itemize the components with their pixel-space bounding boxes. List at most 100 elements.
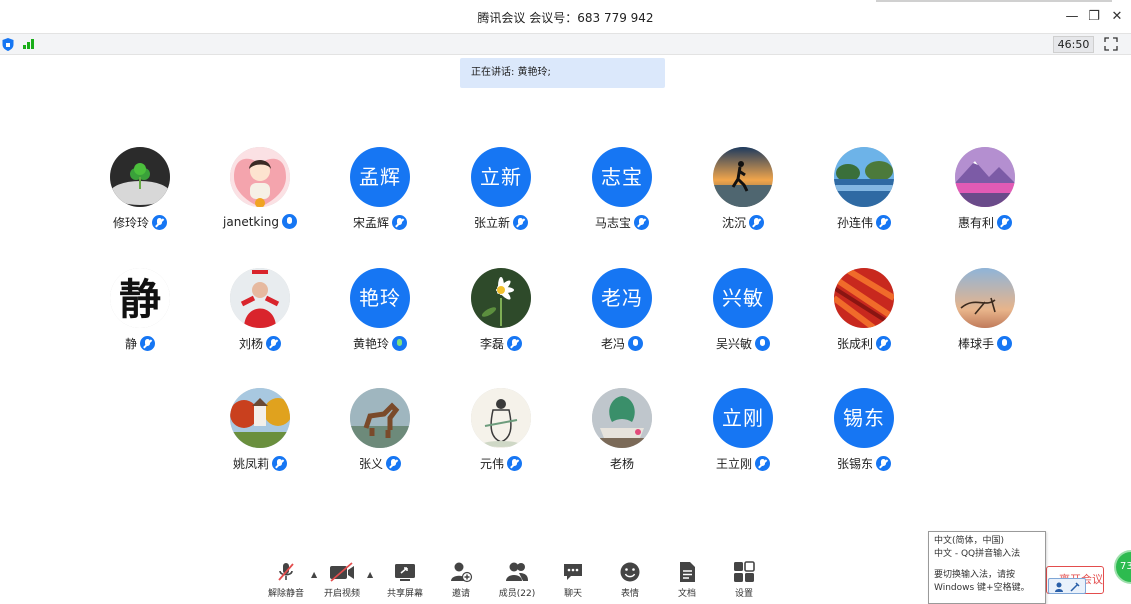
ime-line: 要切换输入法，请按 <box>934 570 1016 580</box>
microphone-muted-icon <box>140 336 155 351</box>
members-icon <box>506 562 528 581</box>
start-video-button[interactable]: 开启视频 <box>316 556 368 602</box>
participant-tile[interactable]: 李磊 <box>441 268 561 364</box>
microphone-muted-icon <box>755 456 770 471</box>
avatar: 艳玲 <box>350 268 410 328</box>
participant-name: 姚凤莉 <box>232 457 269 471</box>
avatar: 老冯 <box>592 268 652 328</box>
chat-button[interactable]: 聊天 <box>547 556 599 602</box>
ime-toolbar-icon[interactable] <box>1048 578 1086 594</box>
participant-name-row: 沈沉 <box>683 214 803 231</box>
docs-button[interactable]: 文档 <box>661 556 713 602</box>
participant-name-row: 棒球手 <box>925 335 1045 352</box>
participant-name-row: 吴兴敏 <box>683 335 803 352</box>
video-options-caret[interactable]: ▲ <box>367 570 373 579</box>
participant-name-row: 姚凤莉 <box>200 455 320 472</box>
participant-name-row: 元伟 <box>441 455 561 472</box>
share-screen-button[interactable]: 共享屏幕 <box>379 556 431 602</box>
participant-tile[interactable]: 锡东 张锡东 <box>804 388 924 484</box>
participant-tile[interactable]: 志宝 马志宝 <box>562 147 682 243</box>
microphone-icon <box>392 336 407 351</box>
avatar: 立刚 <box>713 388 773 448</box>
microphone-icon <box>628 336 643 351</box>
participant-tile[interactable]: janetking <box>200 147 320 243</box>
microphone-muted-icon <box>513 215 528 230</box>
ime-line: Windows 键+空格键。 <box>934 583 1030 593</box>
avatar <box>350 388 410 448</box>
participant-name: 静 <box>124 337 137 351</box>
participant-name: 黄艳玲 <box>352 337 389 351</box>
participant-tile[interactable]: 老冯 老冯 <box>562 268 682 364</box>
members-button[interactable]: 成员(22) <box>491 556 543 602</box>
participant-tile[interactable]: 孙连伟 <box>804 147 924 243</box>
participant-name-row: janetking <box>200 214 320 229</box>
participant-tile[interactable]: 兴敏 吴兴敏 <box>683 268 803 364</box>
unmute-button[interactable]: 解除静音 <box>260 556 312 602</box>
share-screen-icon <box>395 564 415 581</box>
participant-tile[interactable]: 艳玲 黄艳玲 <box>320 268 440 364</box>
avatar <box>955 147 1015 207</box>
microphone-muted-icon <box>876 456 891 471</box>
camera-off-icon <box>330 562 354 582</box>
participant-tile[interactable]: 刘杨 <box>200 268 320 364</box>
participant-name-row: 老杨 <box>562 455 682 472</box>
participant-name: 张锡东 <box>836 457 873 471</box>
microphone-muted-icon <box>266 336 281 351</box>
microphone-icon <box>281 214 297 229</box>
participant-name: 惠有利 <box>957 216 994 230</box>
grid-settings-icon <box>734 561 755 582</box>
avatar <box>471 268 531 328</box>
invite-user-icon <box>451 562 473 583</box>
svg-text:静: 静 <box>119 275 161 324</box>
avatar: 兴敏 <box>713 268 773 328</box>
avatar <box>955 268 1015 328</box>
docs-label: 文档 <box>677 589 696 599</box>
participant-name: 老冯 <box>600 337 625 351</box>
participant-name: 刘杨 <box>238 337 263 351</box>
avatar <box>834 147 894 207</box>
participant-tile[interactable]: 姚凤莉 <box>200 388 320 484</box>
participant-tile[interactable]: 沈沉 <box>683 147 803 243</box>
share-screen-label: 共享屏幕 <box>386 589 423 599</box>
microphone-muted-icon <box>749 215 764 230</box>
settings-button[interactable]: 设置 <box>718 556 770 602</box>
participant-name: 吴兴敏 <box>715 337 752 351</box>
microphone-muted-icon <box>876 336 891 351</box>
participant-tile[interactable]: 棒球手 <box>925 268 1045 364</box>
microphone-icon <box>997 336 1012 351</box>
participant-tile[interactable]: 立刚 王立刚 <box>683 388 803 484</box>
participant-grid: 修玲玲 janetking 孟辉 宋孟辉 立新 张立新 志宝 马志宝 沈沉 孙连伟 惠有利静静刘杨艳… <box>0 0 1131 600</box>
participant-tile[interactable]: 惠有利 <box>925 147 1045 243</box>
microphone-muted-icon <box>997 215 1012 230</box>
participant-tile[interactable]: 立新 张立新 <box>441 147 561 243</box>
participant-tile[interactable]: 孟辉 宋孟辉 <box>320 147 440 243</box>
participant-name-row: 王立刚 <box>683 455 803 472</box>
reactions-button[interactable]: 表情 <box>604 556 656 602</box>
avatar <box>471 388 531 448</box>
avatar <box>592 388 652 448</box>
microphone-icon <box>755 336 770 351</box>
participant-tile[interactable]: 静静 <box>80 268 200 364</box>
participant-name-row: 孙连伟 <box>804 214 924 231</box>
ime-tooltip: 中文(简体，中国) 中文 - QQ拼音输入法 要切换输入法，请按 Windows… <box>928 531 1046 604</box>
participant-name-row: 张立新 <box>441 214 561 231</box>
participant-tile[interactable]: 张成利 <box>804 268 924 364</box>
participant-name-row: 宋孟辉 <box>320 214 440 231</box>
ime-line: 中文(简体，中国) <box>934 536 1005 546</box>
participant-name: janetking <box>223 215 279 229</box>
avatar: 静 <box>110 268 170 328</box>
avatar <box>230 268 290 328</box>
avatar <box>713 147 773 207</box>
participant-name-row: 张义 <box>320 455 440 472</box>
invite-button[interactable]: 邀请 <box>435 556 487 602</box>
avatar <box>834 268 894 328</box>
participant-name-row: 惠有利 <box>925 214 1045 231</box>
participant-tile[interactable]: 修玲玲 <box>80 147 200 243</box>
participant-tile[interactable]: 老杨 <box>562 388 682 484</box>
participant-name: 元伟 <box>479 457 504 471</box>
participant-tile[interactable]: 元伟 <box>441 388 561 484</box>
microphone-muted-icon <box>876 215 891 230</box>
participant-tile[interactable]: 张义 <box>320 388 440 484</box>
start-video-label: 开启视频 <box>323 589 360 599</box>
avatar <box>110 147 170 207</box>
